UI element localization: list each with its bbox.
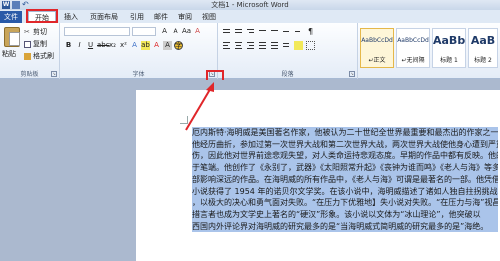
- annotation-arrow: [185, 82, 214, 131]
